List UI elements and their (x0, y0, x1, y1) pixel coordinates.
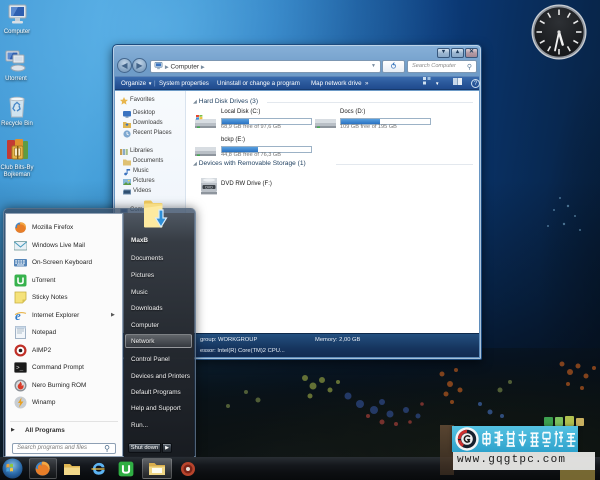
svg-text:>_: >_ (16, 365, 24, 372)
svg-text:e: e (15, 309, 21, 322)
svg-text:DVD: DVD (205, 185, 213, 189)
